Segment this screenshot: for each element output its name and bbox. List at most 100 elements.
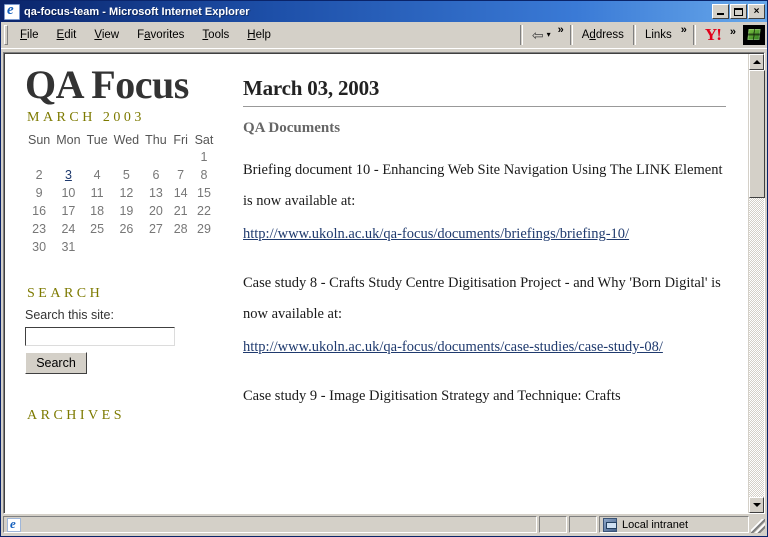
entry-paragraph: Case study 8 - Crafts Study Centre Digit…: [243, 275, 721, 322]
local-intranet-icon: [603, 517, 617, 532]
calendar-day: 12: [119, 186, 134, 200]
calendar-day: 16: [32, 204, 47, 218]
toolbar-separator: [632, 24, 636, 45]
toolbar-overflow-chevron[interactable]: »: [555, 25, 567, 36]
calendar-day-link[interactable]: 3: [65, 168, 72, 182]
yahoo-toolbar-logo-icon[interactable]: Y!: [699, 26, 727, 43]
calendar-day[interactable]: 3: [53, 166, 83, 184]
menu-item-tools[interactable]: Tools: [193, 26, 238, 44]
calendar-day-empty: [53, 148, 83, 166]
windows-logo-icon[interactable]: [743, 24, 765, 45]
security-zone-panel[interactable]: Local intranet: [599, 516, 749, 533]
browser-window: qa-focus-team - Microsoft Internet Explo…: [0, 0, 768, 537]
menu-item-favorites[interactable]: Favorites: [128, 26, 193, 44]
status-bar: Local intranet: [1, 514, 767, 536]
menu-toolbar-row: FFileile Edit View Favorites Tools Help …: [1, 22, 767, 48]
entry-date-heading: March 03, 2003: [243, 76, 726, 107]
calendar-day-empty: [142, 148, 170, 166]
status-panel-empty: [539, 516, 567, 533]
calendar-day: 24: [61, 222, 76, 236]
menu-gripper[interactable]: [4, 24, 8, 45]
entry-paragraph: Briefing document 10 - Enhancing Web Sit…: [243, 162, 723, 209]
toolbar-separator: [569, 24, 573, 45]
entry-link-paragraph: http://www.ukoln.ac.uk/qa-focus/document…: [243, 219, 726, 250]
search-input[interactable]: [25, 327, 175, 346]
menu-item-file[interactable]: FFileile: [11, 26, 48, 44]
entry-paragraph-clipped: Case study 9 - Image Digitisation Strate…: [243, 388, 621, 404]
calendar: Sun Mon Tue Wed Thu Fri Sat 1 2 3 4 5 6 7 8 9 10 1…: [25, 132, 216, 256]
status-panel-empty: [569, 516, 597, 533]
calendar-day-empty: [25, 148, 53, 166]
vertical-scrollbar[interactable]: [748, 54, 765, 513]
document-link[interactable]: http://www.ukoln.ac.uk/qa-focus/document…: [243, 226, 629, 242]
calendar-weekday: Wed: [113, 133, 140, 147]
close-button[interactable]: ×: [748, 4, 765, 19]
calendar-week-row: 23 24 25 26 27 28 29: [25, 220, 216, 238]
back-arrow-icon[interactable]: ⇦: [526, 28, 546, 42]
calendar-day-empty: [84, 148, 111, 166]
calendar-week-row: 2 3 4 5 6 7 8: [25, 166, 216, 184]
calendar-day: 7: [177, 168, 185, 182]
menu-item-view[interactable]: View: [85, 26, 128, 44]
calendar-day: 17: [61, 204, 76, 218]
maximize-button[interactable]: [730, 4, 747, 19]
links-overflow-chevron[interactable]: »: [678, 25, 690, 36]
calendar-day: 1: [200, 150, 208, 164]
scroll-down-arrow-icon[interactable]: [749, 497, 764, 513]
calendar-weekday: Mon: [56, 133, 81, 147]
calendar-day: 20: [148, 204, 163, 218]
scroll-up-arrow-icon[interactable]: [749, 54, 764, 70]
back-dropdown-icon[interactable]: ▾: [546, 28, 555, 42]
calendar-weekday: Tue: [86, 133, 108, 147]
calendar-week-row: 30 31: [25, 238, 216, 256]
calendar-day: 26: [119, 222, 134, 236]
search-button[interactable]: Search: [25, 352, 87, 374]
calendar-day: 11: [90, 186, 104, 200]
status-message-panel: [3, 516, 537, 533]
calendar-day: 4: [93, 168, 101, 182]
web-page: QA Focus MARCH 2003 Sun Mon Tue Wed Thu …: [5, 54, 748, 513]
calendar-day-empty: [142, 238, 170, 256]
calendar-day: 6: [152, 168, 160, 182]
sidebar: QA Focus MARCH 2003 Sun Mon Tue Wed Thu …: [5, 62, 237, 513]
archives-heading: ARCHIVES: [27, 408, 126, 423]
calendar-day: 9: [35, 186, 43, 200]
address-bar-label[interactable]: Address: [576, 29, 630, 41]
calendar-day: 15: [197, 186, 211, 200]
calendar-weekday: Thu: [145, 133, 167, 147]
calendar-day-empty: [111, 238, 142, 256]
calendar-day: 19: [119, 204, 134, 218]
search-section: SEARCH Search this site: Search: [25, 286, 227, 374]
security-zone-label: Local intranet: [622, 518, 689, 531]
calendar-day: 13: [148, 186, 163, 200]
close-icon: ×: [753, 5, 760, 17]
calendar-week-row: 9 10 11 12 13 14 15: [25, 184, 216, 202]
calendar-day-empty: [170, 238, 192, 256]
site-title: QA Focus: [25, 62, 189, 107]
calendar-day: 27: [148, 222, 163, 236]
document-link[interactable]: http://www.ukoln.ac.uk/qa-focus/document…: [243, 339, 663, 355]
calendar-day: 18: [90, 204, 105, 218]
calendar-day: 8: [200, 168, 208, 182]
calendar-weekday: Sat: [194, 133, 214, 147]
scrollbar-track[interactable]: [749, 70, 765, 497]
calendar-day-empty: [84, 238, 111, 256]
minimize-button[interactable]: [712, 4, 729, 19]
calendar-day: 29: [197, 222, 211, 236]
calendar-day-empty: [170, 148, 192, 166]
calendar-weekday-row: Sun Mon Tue Wed Thu Fri Sat: [25, 132, 216, 148]
calendar-body: 1 2 3 4 5 6 7 8 9 10 11 12 13 14 15 16 17 18 19 20 21 22 23 24 2…: [25, 148, 216, 256]
links-bar-label[interactable]: Links: [639, 29, 678, 41]
yahoo-overflow-chevron[interactable]: »: [727, 27, 739, 38]
calendar-day-empty: [111, 148, 142, 166]
main-content: March 03, 2003 QA Documents Briefing doc…: [237, 62, 748, 513]
calendar-weekday: Fri: [173, 133, 188, 147]
menu-item-help[interactable]: Help: [238, 26, 280, 44]
calendar-day: 2: [35, 168, 43, 182]
calendar-day-empty: [192, 238, 217, 256]
calendar-day: 5: [122, 168, 130, 182]
scrollbar-thumb[interactable]: [749, 70, 765, 199]
toolbar-separator: [692, 24, 696, 45]
menu-item-edit[interactable]: Edit: [48, 26, 86, 44]
resize-grip[interactable]: [751, 519, 765, 533]
